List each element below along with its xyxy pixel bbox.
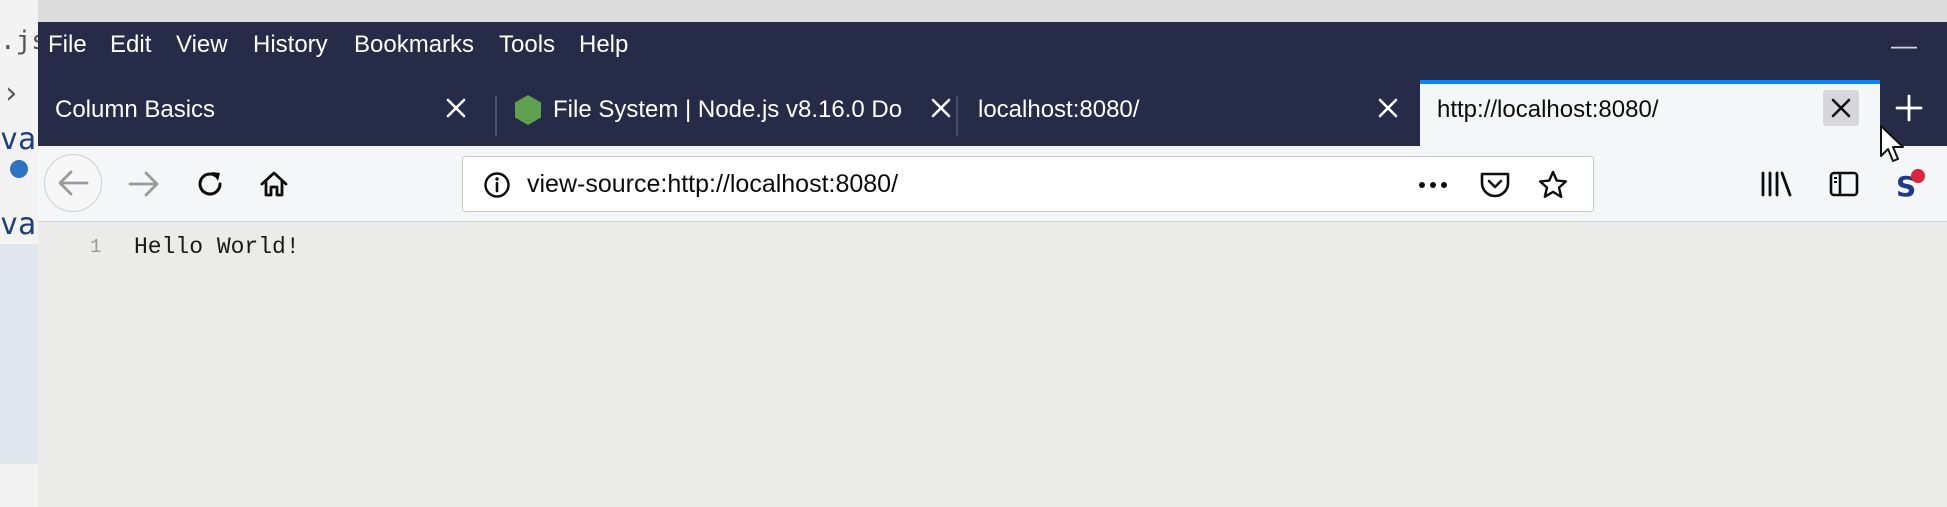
home-button[interactable] (252, 162, 296, 206)
back-arrow-icon (58, 170, 89, 196)
tab-localhost[interactable]: localhost:8080/ (960, 80, 1420, 146)
background-editor-chevron: › (2, 76, 21, 111)
background-editor-marker-icon (10, 160, 28, 178)
site-info-icon[interactable] (483, 171, 511, 204)
menu-view[interactable]: View (176, 31, 228, 59)
tab-label: http://localhost:8080/ (1437, 96, 1659, 123)
plus-icon (1895, 94, 1923, 122)
background-editor-line: va (0, 122, 37, 157)
tab-close-button[interactable] (1370, 90, 1406, 126)
tab-label: File System | Node.js v8.16.0 Do (553, 96, 903, 123)
tab-bar: Column Basics File System | Node.js v8.1… (38, 66, 1947, 146)
menu-tools[interactable]: Tools (499, 31, 555, 59)
bookmark-star-icon[interactable] (1537, 169, 1569, 206)
close-icon (931, 98, 951, 118)
view-source-content: 1 Hello World! (38, 222, 1947, 507)
background-editor-line: va (0, 207, 37, 242)
tab-close-button[interactable] (923, 90, 959, 126)
menu-history[interactable]: History (253, 31, 328, 59)
reload-button[interactable] (188, 162, 232, 206)
reload-icon (198, 172, 222, 196)
tab-close-button[interactable] (1823, 90, 1859, 126)
mouse-cursor-icon (1878, 124, 1908, 169)
sidebar-button[interactable] (1822, 162, 1866, 206)
tab-column-basics[interactable]: Column Basics (38, 80, 478, 146)
library-button[interactable] (1754, 162, 1798, 206)
line-number: 1 (90, 236, 102, 258)
pocket-icon[interactable] (1479, 170, 1511, 205)
background-window-bar (0, 0, 1947, 22)
background-editor: .js › va va (0, 0, 47, 507)
tab-label: localhost:8080/ (978, 96, 1140, 123)
menu-file[interactable]: File (48, 31, 87, 59)
tab-active-localhost[interactable]: http://localhost:8080/ (1420, 80, 1880, 146)
menu-bar: File Edit View History Bookmarks Tools H… (38, 22, 1947, 66)
back-button[interactable] (44, 154, 102, 212)
browser-window: File Edit View History Bookmarks Tools H… (38, 22, 1947, 507)
menu-bookmarks[interactable]: Bookmarks (354, 31, 474, 59)
background-editor-panel (0, 244, 38, 464)
url-bar[interactable]: view-source:http://localhost:8080/ (462, 156, 1594, 212)
library-icon (1761, 171, 1792, 197)
close-icon (446, 98, 466, 118)
menu-help[interactable]: Help (579, 31, 628, 59)
tab-close-button[interactable] (438, 90, 474, 126)
home-icon (260, 171, 288, 197)
extension-s-icon: S (1896, 169, 1925, 202)
page-actions-icon[interactable] (1416, 171, 1450, 204)
menu-edit[interactable]: Edit (110, 31, 151, 59)
tab-file-system[interactable]: File System | Node.js v8.16.0 Do (498, 80, 998, 146)
minimize-button[interactable]: — (1891, 30, 1917, 61)
url-text[interactable]: view-source:http://localhost:8080/ (527, 170, 898, 199)
tab-separator (956, 96, 958, 136)
forward-button[interactable] (122, 162, 166, 206)
close-icon (1378, 98, 1398, 118)
nodejs-hexagon-icon (514, 94, 542, 133)
source-code-line: Hello World! (134, 234, 300, 260)
sidebar-icon (1829, 171, 1859, 197)
close-icon (1831, 98, 1851, 118)
tab-label: Column Basics (55, 96, 216, 123)
forward-arrow-icon (128, 171, 159, 197)
tab-separator (495, 96, 497, 136)
navigation-toolbar: view-source:http://localhost:8080/ S (38, 146, 1947, 222)
